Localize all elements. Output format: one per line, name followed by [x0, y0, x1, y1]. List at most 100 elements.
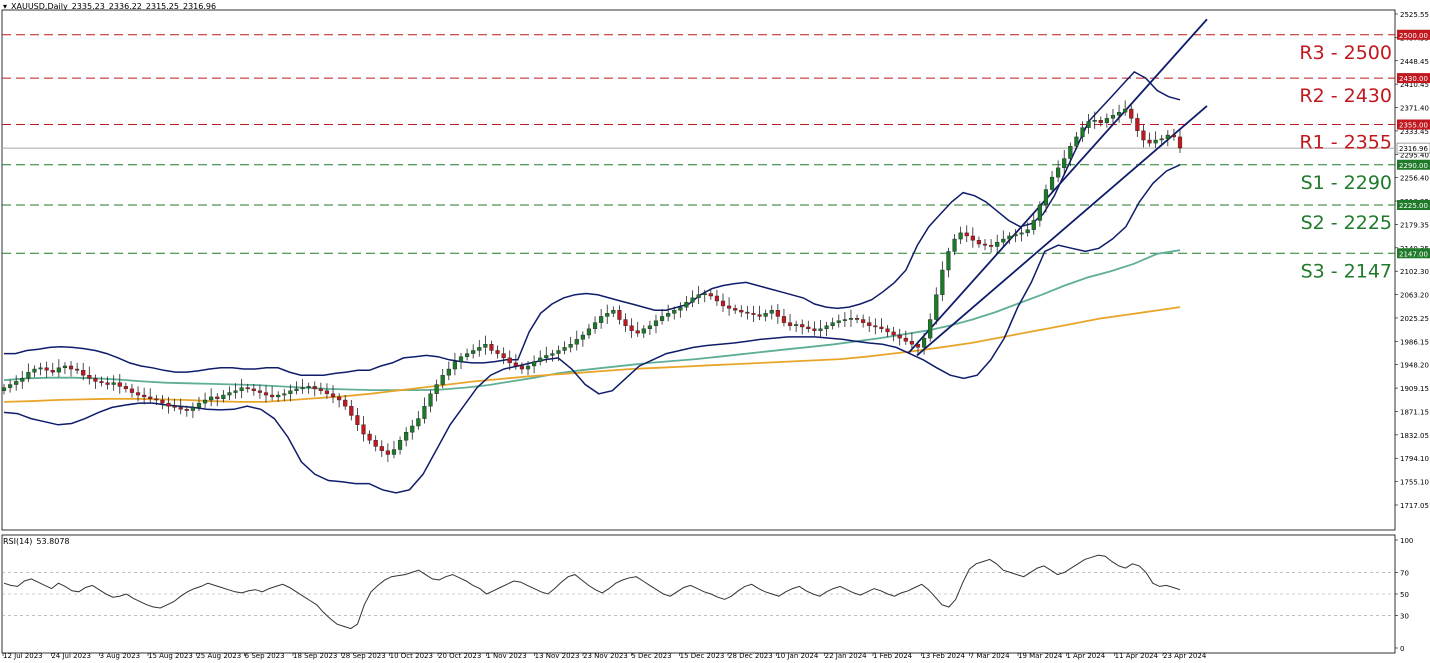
channel-upper — [907, 18, 1208, 355]
candle-body — [580, 334, 585, 340]
candle-body — [202, 399, 208, 404]
candle-body — [1062, 158, 1067, 169]
candle-body — [659, 316, 665, 321]
y-tick-label: 1717.05 — [1400, 502, 1429, 510]
candle-body — [1001, 238, 1006, 243]
candle-body — [245, 387, 250, 390]
candle-body — [391, 449, 397, 455]
candle-body — [416, 418, 421, 427]
candle-body — [196, 402, 202, 408]
candle-body — [434, 384, 439, 395]
candle-body — [239, 387, 244, 391]
candle-body — [422, 405, 427, 419]
candle-body — [897, 334, 902, 339]
x-tick-label: 25 Aug 2023 — [196, 652, 241, 660]
candle-body — [861, 319, 866, 323]
x-tick-label: 11 Apr 2024 — [1115, 652, 1159, 660]
band-upper — [4, 70, 1181, 376]
level-tag-text: 2290.00 — [1399, 162, 1428, 170]
band-lower — [3, 164, 1181, 494]
y-tick-label: 1755.10 — [1400, 479, 1429, 487]
candle-body — [1135, 118, 1140, 131]
candle-body — [714, 295, 720, 302]
candle-body — [1080, 127, 1085, 138]
candle-body — [282, 393, 287, 396]
candle-body — [757, 314, 762, 317]
candle-body — [934, 294, 939, 320]
candle-body — [653, 320, 659, 326]
candle-body — [696, 294, 701, 299]
candle-body — [763, 313, 768, 317]
candle-body — [538, 357, 543, 362]
candle-body — [635, 330, 640, 334]
candle-body — [367, 433, 372, 441]
rsi-tick-label: 100 — [1400, 537, 1413, 545]
candle-body — [1171, 134, 1176, 138]
candle-body — [324, 390, 330, 395]
candle-body — [1153, 139, 1158, 144]
candle-body — [221, 394, 226, 399]
candle-body — [879, 326, 884, 330]
time-axis: 12 Jul 2023 24 Jul 2023 3 Aug 2023 15 Aug 2… — [2, 652, 1207, 660]
candle-body — [586, 328, 592, 336]
candle-body — [513, 362, 518, 367]
level-label: R1 - 2355 — [1299, 132, 1392, 154]
candle-body — [727, 305, 732, 309]
candle-body — [330, 393, 336, 398]
candle-body — [483, 344, 488, 348]
candle-body — [690, 297, 695, 303]
candle-body — [1025, 229, 1030, 234]
candle-body — [1159, 138, 1164, 141]
price-chart[interactable]: 2525.552487.552448.452410.452371.402333.… — [0, 0, 1430, 663]
x-tick-label: 23 Nov 2023 — [583, 652, 628, 660]
candle-body — [111, 382, 116, 385]
candle-body — [629, 325, 634, 331]
candle-body — [672, 310, 677, 314]
candle-body — [452, 361, 457, 370]
candle-body — [556, 350, 561, 354]
level-label: S3 - 2147 — [1301, 260, 1392, 282]
rsi-tick-label: 50 — [1400, 591, 1409, 599]
x-tick-label: 1 Nov 2023 — [486, 652, 526, 660]
candle-body — [702, 293, 707, 295]
candle-body — [928, 319, 933, 339]
candle-body — [1007, 235, 1012, 240]
candle-body — [921, 337, 927, 348]
level-tag-text: 2147.00 — [1399, 250, 1428, 258]
candle-body — [361, 424, 366, 435]
candle-body — [885, 328, 890, 333]
candle-body — [1049, 176, 1055, 190]
x-tick-label: 1 Feb 2024 — [873, 652, 913, 660]
x-tick-label: 28 Dec 2023 — [728, 652, 773, 660]
candle-body — [995, 241, 1000, 247]
candle-body — [270, 394, 275, 398]
candle-body — [891, 331, 896, 336]
chart-frame — [1, 9, 1396, 654]
candle-body — [172, 405, 177, 408]
x-tick-label: 23 Apr 2024 — [1163, 652, 1207, 660]
candle-body — [379, 446, 384, 451]
candle-body — [14, 381, 19, 385]
candle-body — [806, 326, 811, 330]
candle-body — [1098, 119, 1103, 123]
bollinger-bands — [3, 70, 1181, 494]
candle-body — [751, 313, 756, 315]
candle-body — [294, 388, 299, 391]
y-tick-label: 1909.15 — [1400, 385, 1429, 393]
candle-body — [720, 300, 726, 307]
main-pane-border — [1, 9, 1396, 531]
y-tick-label: 2025.25 — [1400, 315, 1429, 323]
candle-body — [647, 325, 652, 330]
rsi-tick-label: 0 — [1400, 645, 1404, 653]
candle-body — [428, 393, 433, 407]
x-tick-label: 7 Mar 2024 — [970, 652, 1010, 660]
candle-body — [525, 365, 531, 370]
candle-body — [1086, 121, 1091, 128]
x-tick-label: 3 Aug 2023 — [100, 652, 140, 660]
candle-body — [605, 313, 610, 317]
candle-body — [1116, 111, 1122, 116]
candle-body — [1031, 220, 1036, 230]
candle-body — [178, 407, 183, 410]
candle-body — [209, 396, 214, 401]
candle-body — [873, 325, 878, 328]
